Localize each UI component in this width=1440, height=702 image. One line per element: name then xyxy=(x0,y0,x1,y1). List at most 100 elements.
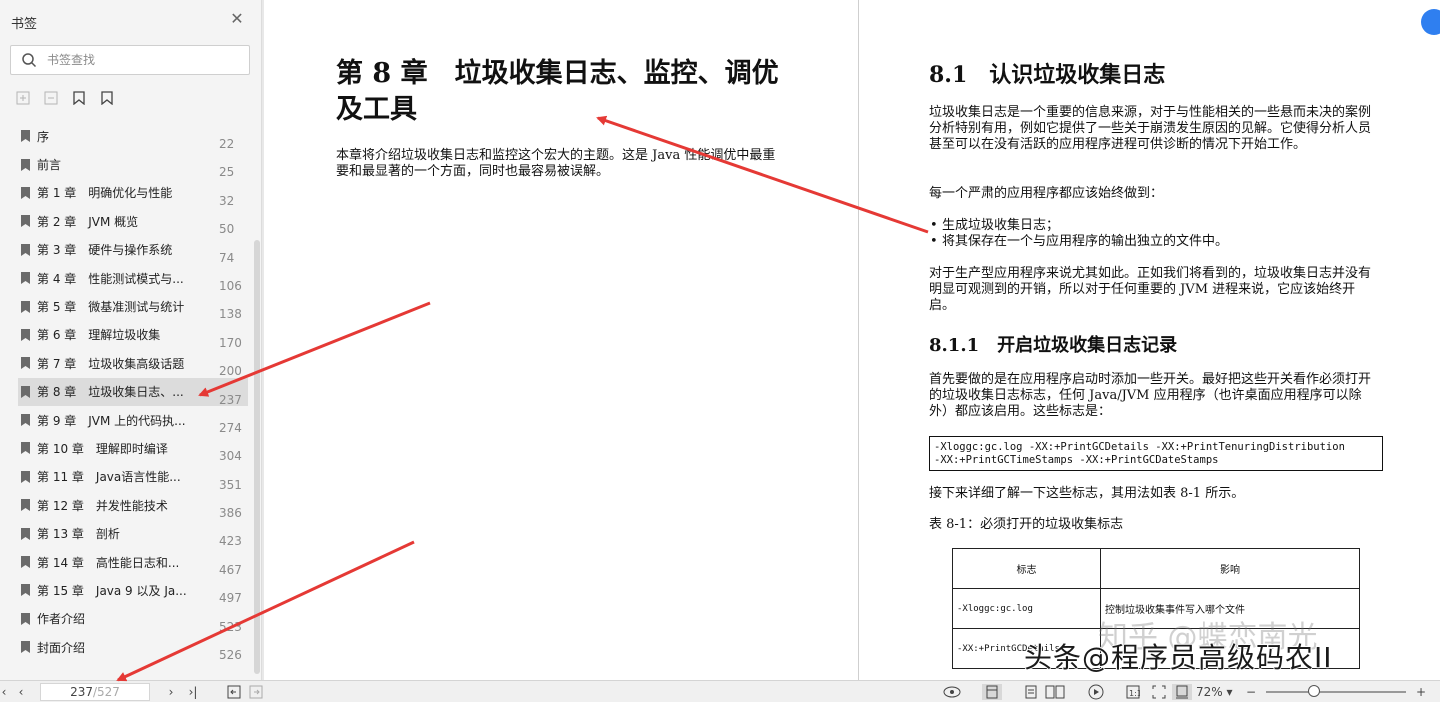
eye-icon[interactable] xyxy=(942,684,962,700)
code-line: -XX:+PrintGCTimeStamps -XX:+PrintGCDateS… xyxy=(934,454,1219,466)
bookmark-item[interactable]: 第 10 章 理解即时编译 304 xyxy=(0,434,252,464)
bookmark-flag-icon xyxy=(21,442,30,455)
single-page-icon[interactable] xyxy=(982,684,1002,700)
sidebar-scrollbar[interactable] xyxy=(254,240,260,674)
table-header-row: 标志 影响 xyxy=(952,548,1360,589)
bookmark-label: 第 9 章 JVM 上的代码执... xyxy=(37,413,186,428)
bookmark-expand-icon[interactable] xyxy=(70,88,88,108)
bookmark-page: 22 xyxy=(219,137,235,151)
table-cell: -Xloggc:gc.log xyxy=(952,588,1101,629)
remove-bookmark-icon[interactable] xyxy=(42,88,60,108)
bookmark-label: 第 12 章 并发性能技术 xyxy=(37,498,168,513)
forward-icon[interactable] xyxy=(248,684,264,700)
assistant-icon[interactable] xyxy=(1421,9,1440,35)
bookmark-item[interactable]: 第 6 章 理解垃圾收集 170 xyxy=(0,321,252,350)
table-header: 标志 xyxy=(952,548,1101,589)
zoom-slider[interactable] xyxy=(1266,691,1406,693)
add-bookmark-icon[interactable] xyxy=(14,88,32,108)
bookmark-item[interactable]: 作者介绍 523 xyxy=(0,605,252,634)
page-number-field[interactable]: 237/527 xyxy=(40,683,150,701)
table-header: 影响 xyxy=(1100,548,1360,589)
bookmark-flag-icon xyxy=(21,243,30,256)
subsection-title: 8.1.1 开启垃圾收集日志记录 xyxy=(929,335,1178,356)
bookmark-collapse-icon[interactable] xyxy=(98,88,116,108)
bookmark-page: 237 xyxy=(219,392,242,407)
bookmark-page: 106 xyxy=(219,278,242,293)
zoom-value: 72% xyxy=(1196,685,1223,699)
bookmark-page: 526 xyxy=(219,648,242,663)
total-pages: /527 xyxy=(92,685,120,699)
zoom-in-icon[interactable]: + xyxy=(1414,684,1428,700)
fit-page-icon[interactable] xyxy=(1150,684,1168,700)
paragraph-4: 首先要做的是在应用程序启动时添加一些开关。最好把这些开关看作必须打开的垃圾收集日… xyxy=(929,372,1372,419)
actual-size-icon[interactable]: 1:1 xyxy=(1124,684,1142,700)
bookmark-item[interactable]: 前言 25 xyxy=(0,150,252,180)
close-icon[interactable]: ✕ xyxy=(229,11,245,27)
bookmark-page: 25 xyxy=(219,165,235,180)
continuous-page-icon[interactable] xyxy=(1022,684,1040,700)
bookmark-item[interactable]: 第 4 章 性能测试模式与... 106 xyxy=(0,264,252,293)
bookmark-page: 467 xyxy=(219,562,242,577)
bookmark-item[interactable]: 第 5 章 微基准测试与统计 138 xyxy=(0,292,252,322)
bookmark-label: 第 2 章 JVM 概览 xyxy=(37,214,139,229)
bookmark-label: 第 1 章 明确优化与性能 xyxy=(37,186,173,201)
bookmark-page: 523 xyxy=(219,619,242,634)
bookmark-list: 序 22 前言 25 第 1 章 明确优化与性能 32 第 2 章 JVM 概览 50 第 3 … xyxy=(0,122,252,663)
bookmark-page: 423 xyxy=(219,534,242,549)
back-icon[interactable] xyxy=(226,684,242,700)
bookmark-toolbar xyxy=(14,88,116,108)
bookmark-item[interactable]: 第 7 章 垃圾收集高级话题 200 xyxy=(0,349,252,378)
zoom-level[interactable]: 72% ▾ xyxy=(1196,685,1233,699)
bookmark-label: 第 5 章 微基准测试与统计 xyxy=(37,300,185,315)
bookmark-item[interactable]: 第 3 章 硬件与操作系统 74 xyxy=(0,236,252,265)
bookmark-label: 第 11 章 Java语言性能... xyxy=(37,470,181,485)
bookmark-item[interactable]: 第 2 章 JVM 概览 50 xyxy=(0,207,252,237)
double-page-icon[interactable] xyxy=(1044,684,1066,700)
play-icon[interactable] xyxy=(1086,684,1106,700)
bookmark-label: 第 14 章 高性能日志和... xyxy=(37,555,180,570)
bookmark-label: 前言 xyxy=(37,158,62,173)
bookmark-label: 第 10 章 理解即时编译 xyxy=(37,441,168,456)
bookmark-item[interactable]: 第 12 章 并发性能技术 386 xyxy=(0,491,252,520)
fit-width-icon[interactable] xyxy=(1172,684,1192,700)
bookmark-item[interactable]: 第 11 章 Java语言性能... 351 xyxy=(0,463,252,492)
bookmark-item[interactable]: 第 15 章 Java 9 以及 Ja... 497 xyxy=(0,576,252,605)
bookmark-item[interactable]: 第 13 章 剖析 423 xyxy=(0,519,252,549)
bookmark-flag-icon xyxy=(21,612,30,625)
bookmark-item[interactable]: 封面介绍 526 xyxy=(0,633,252,663)
bookmark-search-box[interactable] xyxy=(10,45,250,75)
bookmark-item[interactable]: 第 8 章 垃圾收集日志、... 237 xyxy=(18,377,248,407)
bookmark-flag-icon xyxy=(21,158,30,171)
bullet-item: 生成垃圾收集日志； xyxy=(930,218,1059,234)
prev-page-icon[interactable]: ‹ xyxy=(14,684,28,700)
code-block: -Xloggc:gc.log -XX:+PrintGCDetails -XX:+… xyxy=(929,436,1383,471)
zoom-slider-knob[interactable] xyxy=(1308,685,1320,697)
bookmark-label: 作者介绍 xyxy=(37,612,86,627)
toutiao-watermark: 头条@程序员高级码农II xyxy=(1024,641,1333,674)
bookmark-flag-icon xyxy=(21,470,30,483)
bookmark-label: 第 15 章 Java 9 以及 Ja... xyxy=(37,583,187,598)
bookmark-page: 50 xyxy=(219,222,235,237)
bookmark-item[interactable]: 第 1 章 明确优化与性能 32 xyxy=(0,179,252,208)
paragraph-3: 对于生产型应用程序来说尤其如此。正如我们将看到的，垃圾收集日志并没有明显可观测到… xyxy=(929,266,1372,313)
bookmark-page: 351 xyxy=(219,477,242,492)
bookmark-label: 序 xyxy=(37,129,50,144)
paragraph-2: 每一个严肃的应用程序都应该始终做到： xyxy=(929,186,1164,201)
bookmark-page: 138 xyxy=(219,307,242,322)
bookmark-search-input[interactable] xyxy=(47,50,243,70)
last-page-icon[interactable]: ›| xyxy=(184,684,202,700)
bookmark-item[interactable]: 第 9 章 JVM 上的代码执... 274 xyxy=(0,406,252,435)
next-page-icon[interactable]: › xyxy=(164,684,178,700)
bookmark-item[interactable]: 第 14 章 高性能日志和... 467 xyxy=(0,548,252,577)
paragraph-5: 接下来详细了解一下这些标志，其用法如表 8-1 所示。 xyxy=(929,486,1245,501)
pdf-reader-window: 书签 ✕ 序22前言25第 1 章 明确优化与性能32第 2 章 JVM 概 xyxy=(0,0,1440,702)
first-page-icon[interactable]: ‹ xyxy=(0,684,10,700)
bookmark-page: 304 xyxy=(219,449,242,464)
bottom-toolbar: ‹ ‹ 237/527 › ›| 1:1 72% ▾ − + xyxy=(0,680,1440,702)
bookmark-label: 第 13 章 剖析 xyxy=(37,527,120,542)
sidebar-title: 书签 xyxy=(11,17,38,32)
bookmark-item[interactable]: 序 22 xyxy=(0,122,252,151)
bookmark-flag-icon xyxy=(21,130,30,143)
zoom-out-icon[interactable]: − xyxy=(1244,684,1258,700)
bookmark-flag-icon xyxy=(21,499,30,512)
